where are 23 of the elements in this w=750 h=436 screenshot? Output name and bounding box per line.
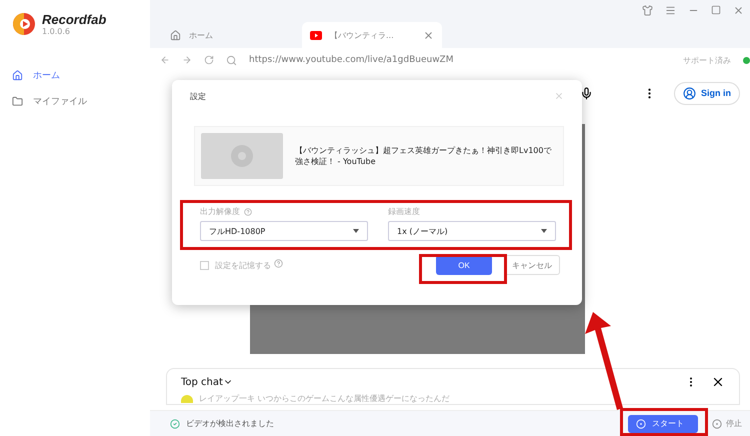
support-status: サポート済み — [683, 54, 731, 66]
app-version: 1.0.0.6 — [42, 27, 71, 36]
chat-message: レイアップ一キ いつからこのゲームこんな属性優遇ゲーになったんだ — [199, 393, 450, 404]
status-message: ビデオが検出されました — [186, 418, 275, 429]
browser-tab[interactable]: ホーム — [162, 22, 302, 48]
checkbox-label: 設定を記憶する — [215, 261, 271, 270]
chat-title[interactable]: Top chat — [181, 376, 671, 388]
dropdown-field[interactable]: フルHD-1080P — [200, 221, 368, 241]
browser-tab[interactable]: 【バウンティラ... — [302, 22, 442, 48]
sign-in-button[interactable]: Sign in — [674, 82, 740, 104]
app-name: Recordfab — [42, 12, 106, 27]
sidebar-item[interactable]: ホーム — [12, 62, 150, 88]
field-label: 出力解像度 — [200, 206, 240, 217]
ok-button[interactable]: OK — [436, 255, 492, 275]
cancel-button[interactable]: キャンセル — [504, 255, 560, 275]
dialog-title: 設定 — [190, 90, 206, 102]
dropdown-field[interactable]: 1x (ノーマル) — [388, 221, 556, 241]
sidebar-item[interactable]: マイファイル — [12, 88, 150, 114]
stop-button[interactable]: 停止 — [704, 418, 750, 429]
start-button[interactable]: スタート — [628, 414, 698, 432]
url-field[interactable]: https://www.youtube.com/live/a1gdBueuwZM — [249, 55, 671, 65]
field-label: 録画速度 — [388, 206, 420, 217]
video-title: 【バウンティラッシュ】超フェス英雄ガープきたぁ！神引き即Lv100で強さ検証！ - YouTube — [295, 144, 552, 168]
